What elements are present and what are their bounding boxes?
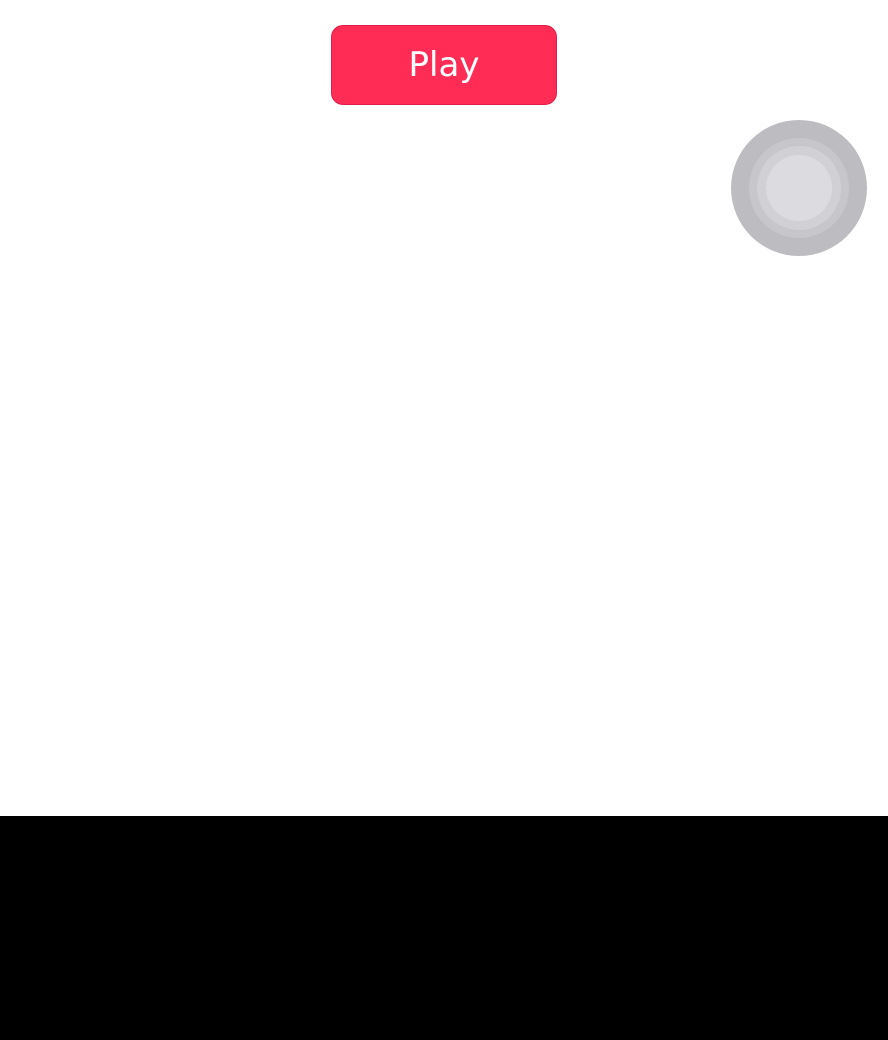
play-button[interactable]: Play (331, 25, 557, 105)
assistive-touch-core (766, 155, 832, 221)
content-area: Play (0, 0, 888, 816)
assistive-touch-icon[interactable] (731, 120, 867, 256)
app-screen: Play (0, 0, 888, 1040)
bottom-black-bar (0, 816, 888, 1040)
